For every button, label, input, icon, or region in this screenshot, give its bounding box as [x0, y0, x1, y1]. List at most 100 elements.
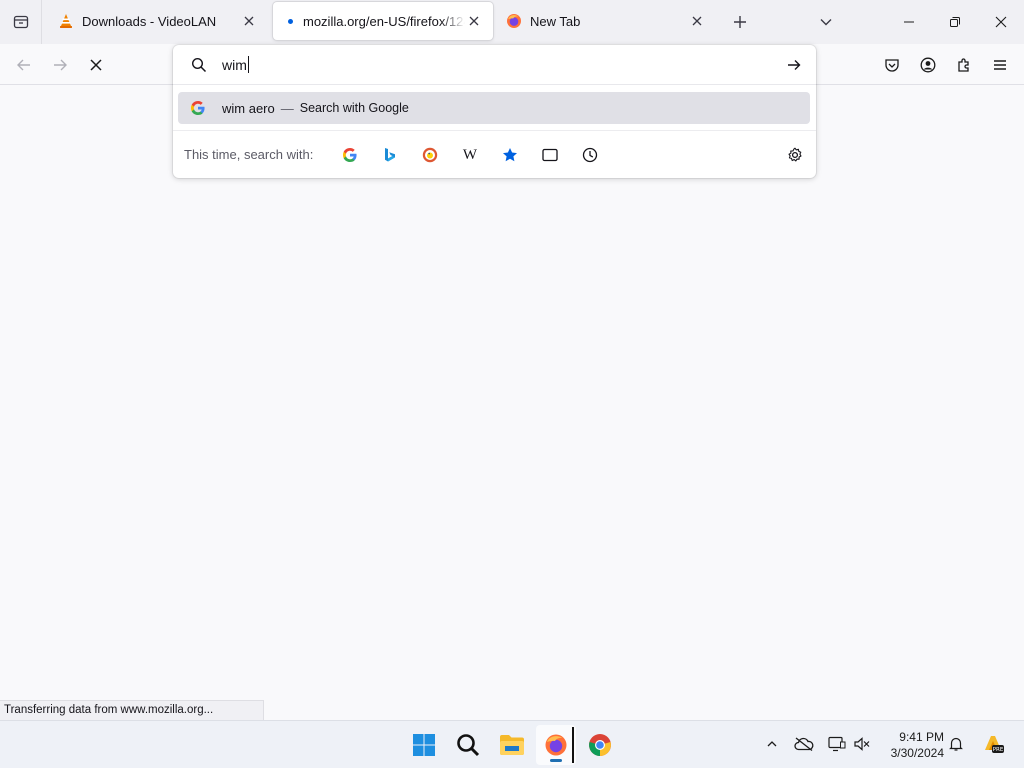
close-icon: [469, 16, 479, 26]
active-app-indicator: [550, 759, 562, 762]
tab-videolan[interactable]: Downloads - VideoLAN: [46, 2, 268, 40]
notifications-button[interactable]: [945, 733, 967, 755]
new-tab-button[interactable]: [725, 7, 755, 37]
start-button[interactable]: [404, 725, 444, 765]
minimize-icon: [904, 21, 914, 23]
tabs-shortcut-button[interactable]: [537, 142, 563, 168]
minimize-button[interactable]: [886, 0, 932, 44]
bookmarks-shortcut-button[interactable]: [497, 142, 523, 168]
bell-icon: [949, 737, 963, 751]
urlbar-popup: wim wim aero — Search with Google This t…: [173, 45, 816, 178]
pocket-icon: [885, 59, 899, 72]
tab-mozilla[interactable]: mozilla.org/en-US/firefox/124.0.2/: [273, 2, 493, 40]
vlc-cone-icon: [60, 14, 72, 28]
page-content: [0, 85, 1024, 720]
hamburger-menu-icon: [994, 60, 1006, 70]
forward-button[interactable]: [44, 49, 76, 81]
tab-close-button[interactable]: [240, 12, 258, 30]
back-button[interactable]: [8, 49, 40, 81]
firefox-view-button[interactable]: [0, 0, 42, 44]
arrow-left-icon: [17, 59, 30, 71]
firefox-view-icon: [13, 15, 28, 29]
go-button[interactable]: [782, 53, 806, 77]
speaker-muted-icon: [854, 737, 870, 751]
pocket-button[interactable]: [876, 49, 908, 81]
urlbar-input-text: wim: [222, 57, 247, 73]
display-icon[interactable]: [826, 733, 848, 755]
suggestion-action: Search with Google: [299, 101, 409, 115]
chrome-taskbar-button[interactable]: [580, 725, 620, 765]
stop-loading-button[interactable]: [80, 49, 112, 81]
search-suggestion-row[interactable]: wim aero — Search with Google: [178, 92, 810, 124]
search-settings-button[interactable]: [782, 142, 808, 168]
restore-icon: [950, 17, 960, 27]
app-menu-button[interactable]: [984, 49, 1016, 81]
svg-text:PRE: PRE: [993, 747, 1004, 753]
close-window-button[interactable]: [978, 0, 1024, 44]
arrow-right-icon: [788, 60, 801, 70]
firefox-icon: [545, 734, 567, 756]
divider: [173, 130, 816, 131]
tabs-icon: [542, 148, 558, 162]
extensions-button[interactable]: [948, 49, 980, 81]
bookmarks-star-icon: [503, 148, 517, 162]
suggestion-text: wim aero: [222, 100, 275, 116]
show-hidden-icons-button[interactable]: [761, 733, 783, 755]
firefox-taskbar-button[interactable]: [536, 725, 576, 765]
wikipedia-shortcut-button[interactable]: W: [457, 142, 483, 168]
monitor-icon: [828, 736, 846, 752]
loading-dot-icon: [288, 18, 293, 24]
firefox-icon: [507, 14, 521, 28]
duckduckgo-shortcut-button[interactable]: [417, 142, 443, 168]
tab-label: New Tab: [530, 13, 581, 29]
tab-label: Downloads - VideoLAN: [82, 13, 217, 29]
puzzle-icon: [958, 58, 969, 72]
copilot-preview-button[interactable]: PRE: [980, 731, 1006, 757]
chevron-down-icon: [820, 19, 832, 26]
taskbar-search-button[interactable]: [448, 725, 488, 765]
system-clock[interactable]: 9:41 PM 3/30/2024: [880, 729, 944, 761]
urlbar-input-row: wim: [173, 45, 816, 85]
chevron-up-icon: [767, 741, 777, 747]
bing-shortcut-button[interactable]: [377, 142, 403, 168]
copilot-pre-icon: PRE: [985, 736, 1004, 753]
google-icon: [190, 100, 206, 116]
tab-label: mozilla.org/en-US/firefox/124.0.2/: [303, 13, 465, 29]
search-icon: [189, 55, 209, 75]
wikipedia-icon: W: [462, 146, 478, 163]
list-all-tabs-button[interactable]: [811, 7, 841, 37]
history-icon: [582, 147, 598, 163]
folder-icon: [500, 735, 524, 755]
close-icon: [90, 59, 102, 71]
volume-icon[interactable]: [851, 733, 873, 755]
history-shortcut-button[interactable]: [577, 142, 603, 168]
search-icon: [457, 734, 480, 757]
bing-icon: [385, 148, 395, 162]
cloud-offline-icon: [794, 737, 814, 751]
account-icon: [920, 57, 936, 73]
gear-icon: [788, 147, 802, 162]
google-shortcut-button[interactable]: [337, 142, 363, 168]
search-shortcuts-label: This time, search with:: [184, 147, 314, 162]
file-explorer-button[interactable]: [492, 725, 532, 765]
text-caret: [247, 56, 249, 73]
duckduckgo-icon: [422, 147, 438, 163]
status-panel: Transferring data from www.mozilla.org..…: [0, 700, 264, 720]
tab-new-tab[interactable]: New Tab: [494, 2, 716, 40]
account-button[interactable]: [912, 49, 944, 81]
tab-strip: Downloads - VideoLAN mozilla.org/en-US/f…: [0, 0, 1024, 44]
google-icon: [343, 148, 357, 162]
taskbar-divider: [572, 727, 574, 763]
restore-button[interactable]: [932, 0, 978, 44]
windows-logo-icon: [413, 734, 435, 756]
clock-date: 3/30/2024: [890, 746, 944, 760]
close-icon: [995, 16, 1007, 28]
tab-close-button[interactable]: [465, 12, 483, 30]
suggestion-separator: —: [280, 100, 294, 116]
urlbar-input[interactable]: wim: [222, 54, 249, 76]
tab-close-button[interactable]: [688, 12, 706, 30]
chrome-icon: [589, 734, 611, 756]
plus-icon: [734, 16, 746, 28]
onedrive-status-icon[interactable]: [793, 733, 815, 755]
arrow-right-icon: [54, 59, 67, 71]
